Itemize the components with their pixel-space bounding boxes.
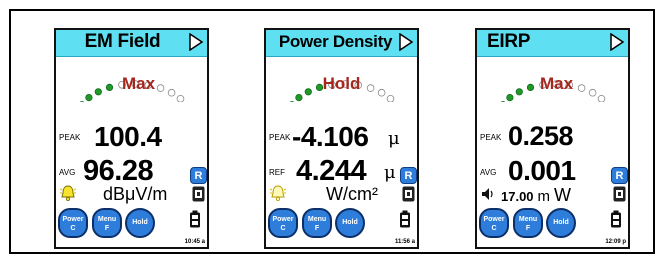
level-dot-filled bbox=[500, 101, 506, 102]
peak-label: PEAK bbox=[480, 133, 502, 142]
level-dot-empty bbox=[386, 95, 395, 102]
hold-button[interactable]: Hold bbox=[125, 208, 155, 238]
next-arrow-icon[interactable] bbox=[609, 33, 625, 51]
meter-screen-eirp: EIRP Max PEAK 0.258 AVG 0.001 R 17.00 m W … bbox=[475, 28, 630, 249]
power-button[interactable]: Power C bbox=[268, 208, 298, 238]
power-button-label: Power bbox=[483, 216, 505, 223]
power-button-sub: C bbox=[70, 225, 76, 232]
memory-card-icon[interactable] bbox=[192, 186, 205, 202]
hold-button-label: Hold bbox=[553, 219, 569, 226]
title-bar: Power Density bbox=[266, 30, 417, 57]
power-button-sub: C bbox=[280, 225, 286, 232]
level-dot-filled bbox=[79, 101, 85, 102]
mode-label: Max bbox=[121, 74, 156, 93]
memory-card-icon[interactable] bbox=[402, 186, 415, 202]
menu-button-sub: F bbox=[314, 225, 320, 232]
menu-button-label: Menu bbox=[97, 216, 117, 223]
power-button-sub: C bbox=[491, 225, 497, 232]
screen-title: EM Field bbox=[84, 31, 161, 52]
menu-button[interactable]: Menu F bbox=[513, 208, 543, 238]
peak-label: PEAK bbox=[59, 133, 81, 142]
battery-icon bbox=[400, 210, 410, 228]
peak-value: 100.4 bbox=[94, 121, 162, 152]
level-dot-filled bbox=[85, 93, 93, 102]
hold-button-label: Hold bbox=[132, 219, 148, 226]
clock-time: 12:09 p bbox=[605, 239, 626, 245]
avg-label: AVG bbox=[59, 168, 76, 177]
ref-label: REF bbox=[269, 168, 285, 177]
hold-button[interactable]: Hold bbox=[335, 208, 365, 238]
menu-button-sub: F bbox=[525, 225, 531, 232]
peak-value: 0.258 bbox=[508, 121, 574, 151]
mode-label: Max bbox=[539, 74, 574, 93]
level-dot-filled bbox=[289, 101, 295, 102]
memory-card-icon[interactable] bbox=[613, 186, 626, 202]
unit-label: W bbox=[554, 185, 572, 205]
mode-label: Hold bbox=[322, 74, 361, 93]
unit-label: W/cm² bbox=[326, 184, 378, 204]
range-button[interactable]: R bbox=[190, 167, 207, 184]
speaker-icon[interactable] bbox=[481, 187, 495, 201]
peak-value: -4.106 bbox=[292, 121, 369, 152]
audio-value: 17.00 bbox=[501, 189, 534, 204]
audio-prefix: m bbox=[537, 188, 551, 205]
clock-time: 11:56 a bbox=[394, 239, 415, 245]
battery-icon bbox=[611, 210, 621, 228]
unit-label: dBμV/m bbox=[103, 184, 168, 204]
next-arrow-icon[interactable] bbox=[188, 33, 204, 51]
level-dot-filled bbox=[295, 93, 303, 102]
bell-icon bbox=[269, 185, 287, 201]
level-dot-filled bbox=[506, 93, 514, 102]
next-arrow-icon[interactable] bbox=[398, 33, 414, 51]
hold-button[interactable]: Hold bbox=[546, 208, 576, 238]
power-button[interactable]: Power C bbox=[479, 208, 509, 238]
audio-readout: 17.00 m W bbox=[501, 185, 571, 206]
power-button-label: Power bbox=[62, 216, 84, 223]
menu-button-label: Menu bbox=[518, 216, 538, 223]
bell-alert-icon bbox=[59, 185, 77, 201]
level-dot-empty bbox=[597, 95, 606, 102]
range-button[interactable]: R bbox=[611, 167, 628, 184]
menu-button-label: Menu bbox=[307, 216, 327, 223]
menu-button[interactable]: Menu F bbox=[92, 208, 122, 238]
ref-unit-prefix: μ bbox=[384, 162, 396, 183]
title-bar: EIRP bbox=[477, 30, 628, 57]
power-button-label: Power bbox=[272, 216, 294, 223]
title-bar: EM Field bbox=[56, 30, 207, 57]
battery-icon bbox=[190, 210, 200, 228]
peak-unit-prefix: μ bbox=[388, 128, 400, 149]
avg-label: AVG bbox=[480, 168, 497, 177]
screen-title: EIRP bbox=[487, 31, 531, 52]
level-dot-empty bbox=[176, 95, 185, 102]
meter-screen-power-density: Power Density Hold PEAK -4.106 μ REF 4.2… bbox=[264, 28, 419, 249]
peak-label: PEAK bbox=[269, 133, 291, 142]
hold-button-label: Hold bbox=[342, 219, 358, 226]
screen-title: Power Density bbox=[278, 32, 393, 51]
menu-button-sub: F bbox=[104, 225, 110, 232]
range-button[interactable]: R bbox=[400, 167, 417, 184]
power-button[interactable]: Power C bbox=[58, 208, 88, 238]
avg-value: 0.001 bbox=[508, 155, 576, 186]
clock-time: 10:45 a bbox=[184, 239, 205, 245]
meter-screen-em-field: EM Field Max PEAK 100.4 AVG 96.28 R dBμV… bbox=[54, 28, 209, 249]
menu-button[interactable]: Menu F bbox=[302, 208, 332, 238]
figure-frame: EM Field Max PEAK 100.4 AVG 96.28 R dBμV… bbox=[9, 9, 655, 254]
